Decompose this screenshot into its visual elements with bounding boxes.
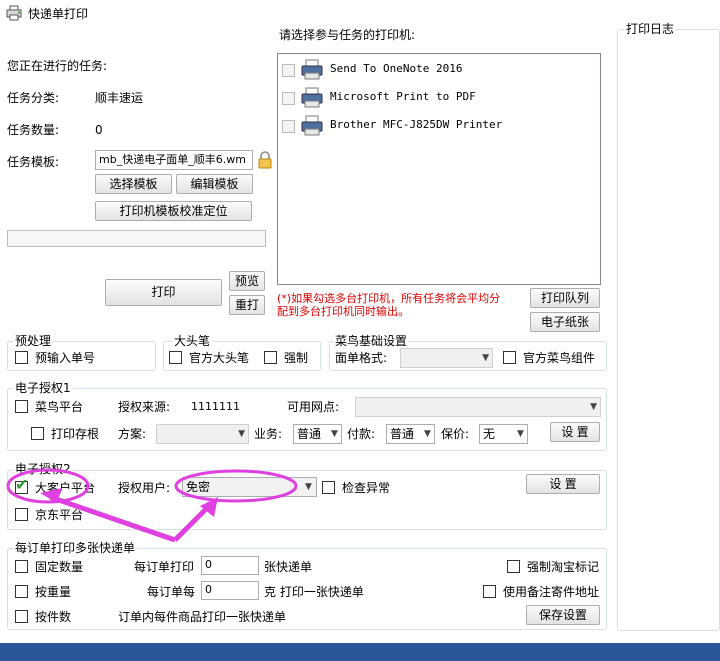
- annotation-arrow: [173, 503, 212, 542]
- annotation-overlay: [6, 468, 298, 543]
- annotation-arrow: [49, 494, 176, 543]
- annotation-ellipse: [174, 469, 298, 503]
- taskbar: [0, 643, 720, 661]
